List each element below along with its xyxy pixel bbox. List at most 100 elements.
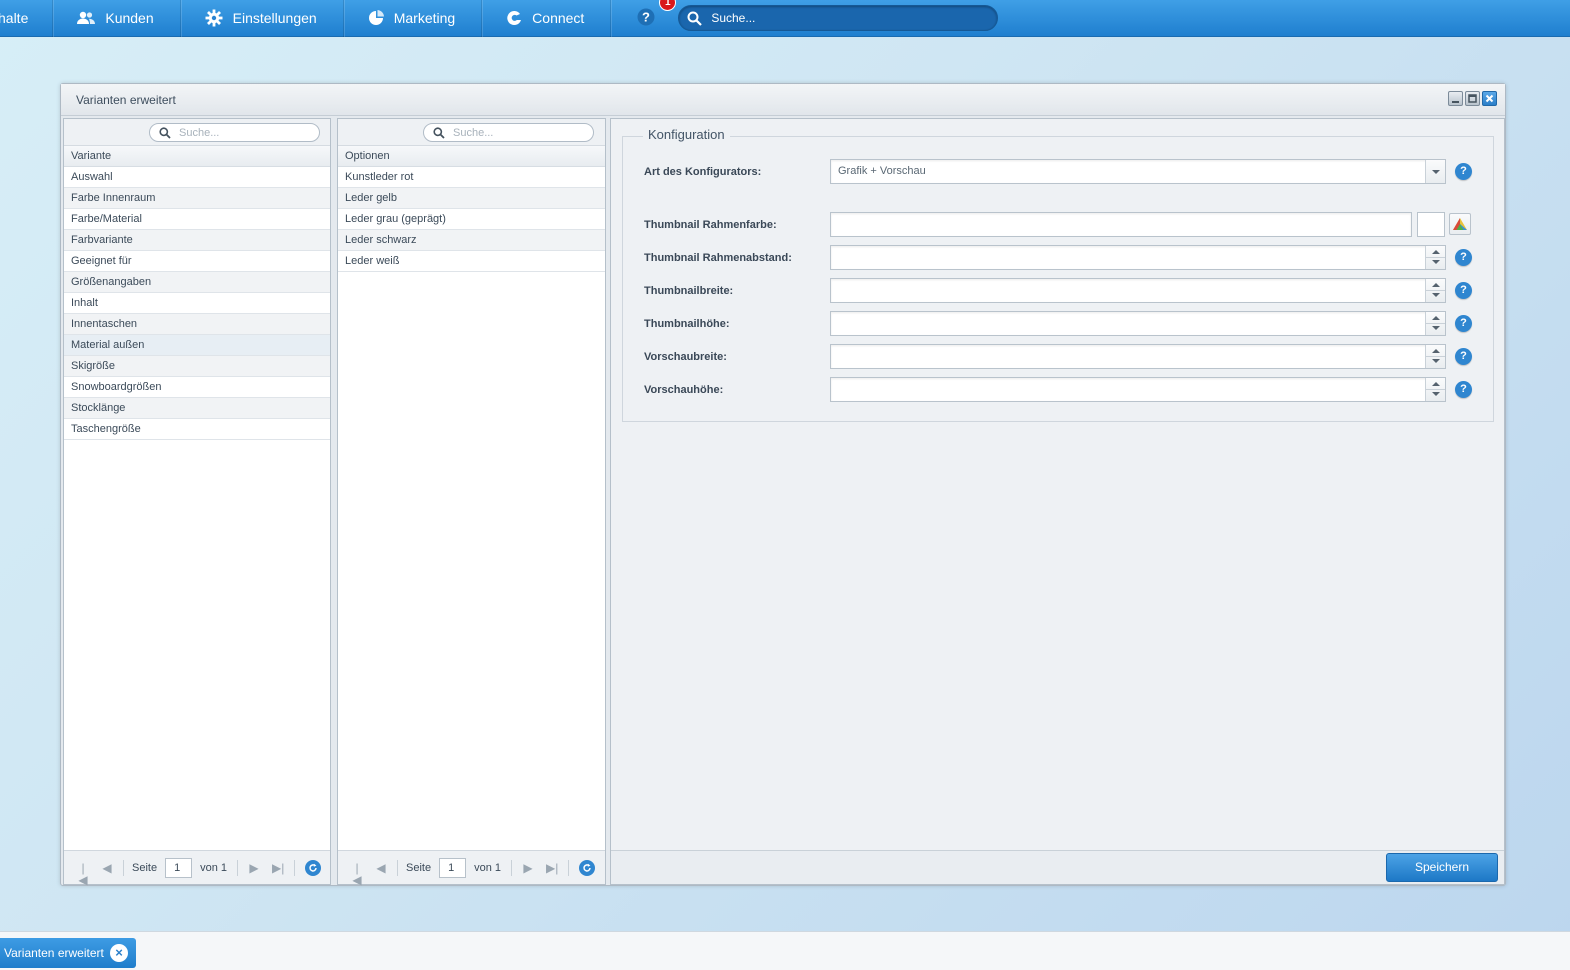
notification-badge[interactable]: 1 [659, 0, 677, 11]
first-page-icon[interactable]: |◀ [351, 862, 363, 886]
thumb-height-label: Thumbnailhöhe: [644, 318, 730, 330]
global-search-input[interactable]: Suche... [678, 5, 999, 31]
gear-icon [205, 9, 223, 27]
last-page-icon[interactable]: ▶| [272, 862, 284, 874]
table-row[interactable]: Leder gelb [338, 188, 605, 209]
maximize-button[interactable] [1465, 91, 1480, 106]
preview-height-input[interactable] [830, 377, 1446, 402]
refresh-button[interactable] [305, 859, 321, 876]
nav-item-inhalte[interactable]: halte [0, 0, 54, 37]
color-picker-button[interactable] [1449, 213, 1471, 235]
color-palette-icon [1453, 218, 1467, 230]
help-icon[interactable]: ? [1455, 282, 1472, 299]
help-icon[interactable]: ? [1455, 381, 1472, 398]
table-row[interactable]: Farbe/Material [64, 209, 330, 230]
table-row[interactable]: Farbvariante [64, 230, 330, 251]
options-search-placeholder: Suche... [453, 126, 494, 139]
window-header[interactable]: Varianten erweitert [61, 84, 1505, 116]
thumb-border-spacing-label: Thumbnail Rahmenabstand: [644, 252, 792, 264]
prev-page-icon[interactable]: ◀ [101, 862, 113, 874]
variants-column-header[interactable]: Variante [64, 146, 330, 167]
spinner-divider [1425, 257, 1445, 258]
page-number-input[interactable]: 1 [165, 857, 193, 878]
thumb-border-spacing-input[interactable] [830, 245, 1446, 270]
variants-window: Varianten erweitert Suche... Variante Au… [60, 83, 1506, 886]
thumb-width-input[interactable] [830, 278, 1446, 303]
variants-search-input[interactable]: Suche... [149, 123, 320, 142]
table-row[interactable]: Leder weiß [338, 251, 605, 272]
options-panel: Suche... Optionen Kunstleder rot Leder ge… [337, 118, 606, 886]
table-row[interactable]: Auswahl [64, 167, 330, 188]
table-row[interactable]: Leder schwarz [338, 230, 605, 251]
table-row[interactable]: Material außen [64, 335, 330, 356]
table-row[interactable]: Stocklänge [64, 398, 330, 419]
thumb-width-row: Thumbnailbreite: ? [644, 278, 1484, 304]
table-row[interactable]: Innentaschen [64, 314, 330, 335]
table-row[interactable]: Größenangaben [64, 272, 330, 293]
table-row[interactable]: Skigröße [64, 356, 330, 377]
table-row[interactable]: Taschengröße [64, 419, 330, 440]
table-row[interactable]: Snowboardgrößen [64, 377, 330, 398]
maximize-icon [1468, 94, 1477, 103]
thumb-border-color-input[interactable] [830, 212, 1412, 237]
minimize-icon [1452, 101, 1459, 103]
options-column-header[interactable]: Optionen [338, 146, 605, 167]
nav-item-kunden[interactable]: Kunden [53, 0, 181, 37]
thumb-border-color-row: Thumbnail Rahmenfarbe: [644, 212, 1484, 238]
table-row[interactable]: Inhalt [64, 293, 330, 314]
table-row[interactable]: Kunstleder rot [338, 167, 605, 188]
configurator-type-row: Art des Konfigurators: Grafik + Vorschau… [644, 159, 1484, 185]
next-page-icon[interactable]: ▶ [248, 862, 260, 874]
spinner-divider [1425, 356, 1445, 357]
search-icon [159, 126, 171, 139]
thumb-border-color-label: Thumbnail Rahmenfarbe: [644, 219, 777, 231]
pager-separator [237, 859, 238, 876]
taskbar-item-variants[interactable]: Varianten erweitert × [0, 938, 136, 968]
variants-list: Auswahl Farbe Innenraum Farbe/Material Farb… [64, 167, 330, 440]
refresh-icon [309, 863, 317, 872]
top-navigation: halte Kunden Einstellungen Marketing Con… [0, 0, 1570, 37]
thumb-height-input[interactable] [830, 311, 1446, 336]
options-search-input[interactable]: Suche... [423, 123, 594, 142]
table-row[interactable]: Farbe Innenraum [64, 188, 330, 209]
first-page-icon[interactable]: |◀ [77, 862, 89, 886]
help-button[interactable]: ? 1 [637, 0, 677, 28]
close-button[interactable] [1482, 91, 1497, 106]
svg-text:?: ? [642, 10, 650, 25]
page-of-label: von 1 [200, 861, 227, 874]
help-icon[interactable]: ? [1455, 315, 1472, 332]
next-page-icon[interactable]: ▶ [522, 862, 534, 874]
configurator-type-label: Art des Konfigurators: [644, 166, 762, 178]
nav-item-marketing[interactable]: Marketing [344, 0, 483, 37]
configurator-type-select[interactable]: Grafik + Vorschau [830, 159, 1446, 184]
pager-separator [294, 859, 295, 876]
help-icon[interactable]: ? [1455, 249, 1472, 266]
configuration-legend: Konfiguration [643, 127, 730, 142]
nav-item-einstellungen[interactable]: Einstellungen [181, 0, 344, 37]
page-number-input[interactable]: 1 [439, 857, 467, 878]
preview-height-label: Vorschauhöhe: [644, 384, 724, 396]
spinner-divider [1425, 323, 1445, 324]
prev-page-icon[interactable]: ◀ [375, 862, 387, 874]
help-icon[interactable]: ? [1455, 163, 1472, 180]
color-swatch [1417, 212, 1445, 237]
thumb-width-label: Thumbnailbreite: [644, 285, 734, 297]
spinner-divider [1425, 290, 1445, 291]
save-button[interactable]: Speichern [1386, 853, 1498, 882]
variants-search-row: Suche... [64, 119, 330, 146]
page-of-label: von 1 [474, 861, 501, 874]
options-search-row: Suche... [338, 119, 605, 146]
preview-width-input[interactable] [830, 344, 1446, 369]
chevron-down-icon[interactable] [1425, 160, 1445, 183]
table-row[interactable]: Leder grau (geprägt) [338, 209, 605, 230]
nav-item-connect[interactable]: Connect [482, 0, 612, 37]
thumb-height-row: Thumbnailhöhe: ? [644, 311, 1484, 337]
refresh-button[interactable] [579, 859, 595, 876]
close-icon[interactable]: × [110, 944, 128, 962]
help-icon[interactable]: ? [1455, 348, 1472, 365]
nav-item-label: Marketing [393, 10, 456, 26]
minimize-button[interactable] [1448, 91, 1463, 106]
pager-separator [568, 859, 569, 876]
table-row[interactable]: Geeignet für [64, 251, 330, 272]
last-page-icon[interactable]: ▶| [546, 862, 558, 874]
